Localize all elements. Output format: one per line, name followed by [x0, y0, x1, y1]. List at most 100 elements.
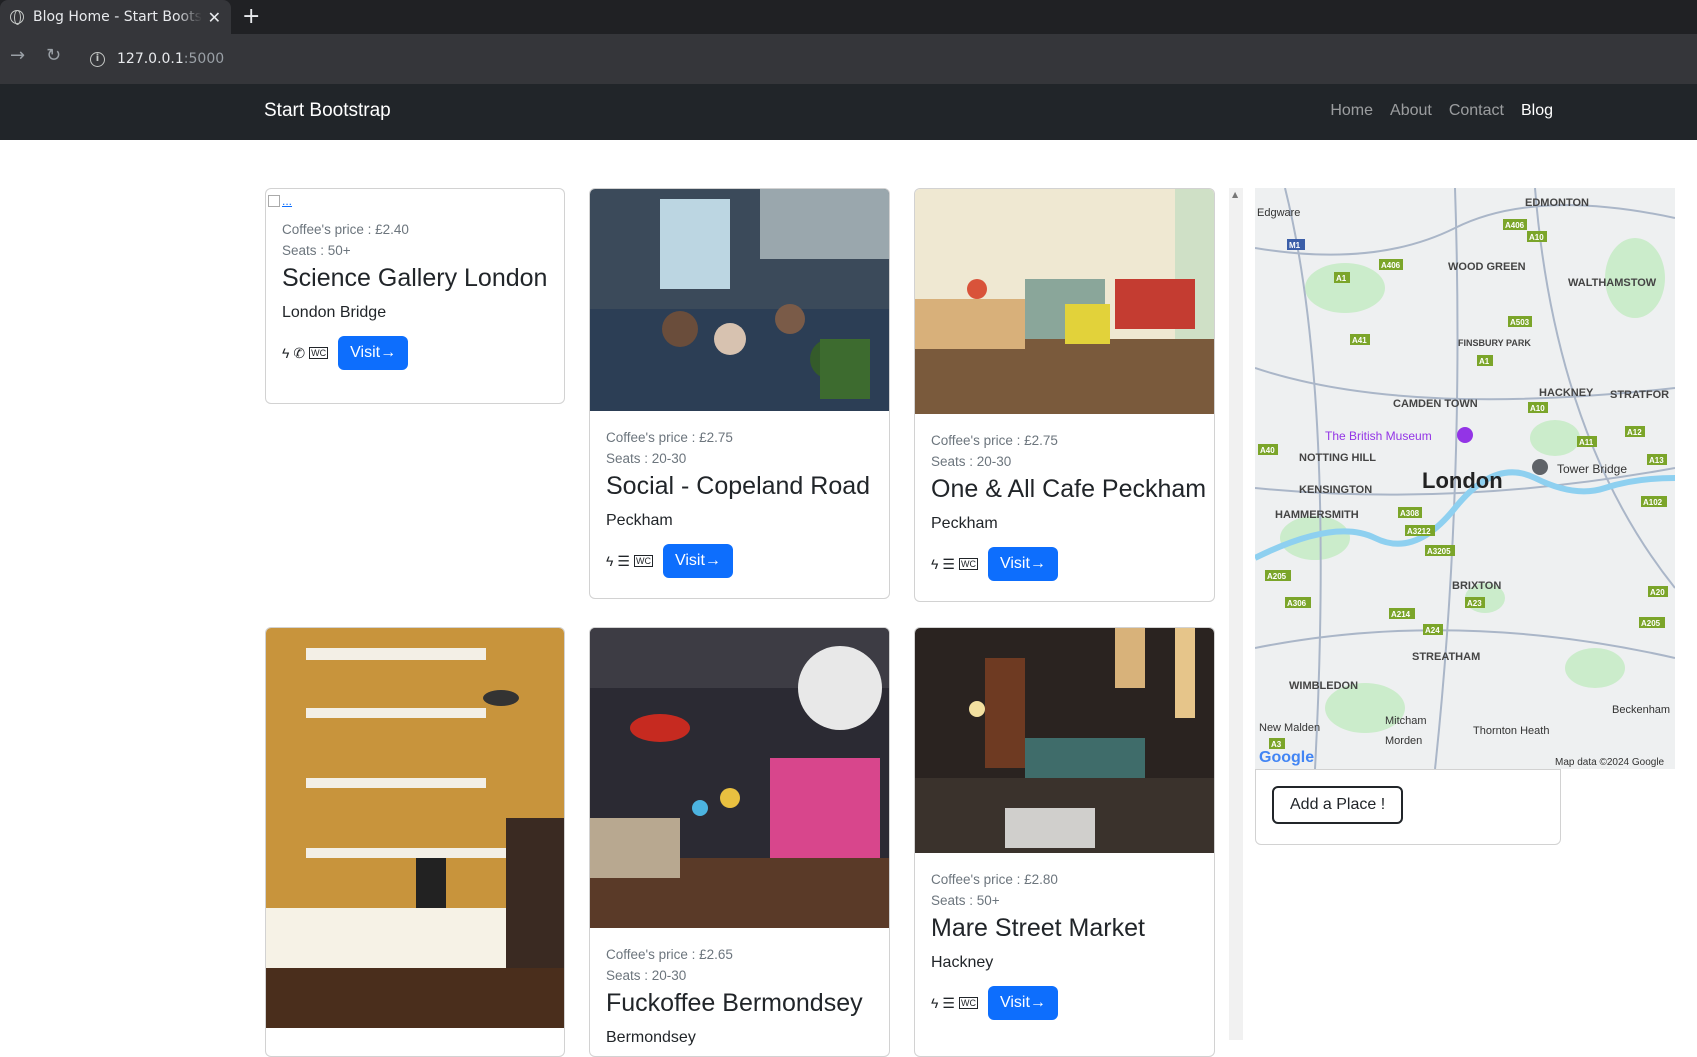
svg-text:A23: A23 [1467, 599, 1482, 608]
svg-text:M1: M1 [1289, 241, 1301, 250]
navbar-brand[interactable]: Start Bootstrap [264, 100, 391, 122]
cafe-location: Bermondsey [606, 1029, 696, 1046]
map-label: WIMBLEDON [1289, 680, 1358, 692]
map-label: WOOD GREEN [1448, 261, 1526, 273]
cafe-location: Hackney [931, 954, 994, 971]
cafe-location: London Bridge [282, 304, 387, 321]
card-actions: ϟ ☰ WC Visit→ [931, 986, 1198, 1020]
map-label: Morden [1385, 735, 1422, 747]
card-actions: ϟ ☰ WC Visit→ [931, 547, 1198, 581]
coffee-price: Coffee's price : £2.65 [606, 947, 733, 962]
new-tab-icon[interactable]: + [242, 4, 260, 30]
url-field[interactable]: i 127.0.0.1:5000 [80, 43, 1690, 75]
seats: Seats : 20-30 [931, 454, 1012, 469]
card-actions: ϟ ✆ WC Visit→ [282, 336, 548, 370]
coffee-price: Coffee's price : £2.75 [931, 433, 1058, 448]
cafe-name: Mare Street Market [931, 914, 1145, 942]
wc-icon: WC [958, 558, 978, 570]
cafe-card [265, 627, 565, 1057]
power-icon: ϟ [282, 345, 290, 361]
map-label: WALTHAMSTOW [1568, 277, 1657, 289]
nav-home[interactable]: Home [1330, 102, 1373, 120]
seats: Seats : 20-30 [606, 451, 687, 466]
cards-scrollbar[interactable] [1229, 188, 1243, 1040]
svg-text:A1: A1 [1336, 274, 1347, 283]
svg-text:A10: A10 [1529, 233, 1544, 242]
cafe-photo [590, 628, 889, 928]
visit-button[interactable]: Visit→ [987, 986, 1058, 1020]
cafe-name: Science Gallery London [282, 264, 548, 292]
map-label: The British Museum [1325, 429, 1432, 443]
cafe-location: Peckham [931, 515, 998, 532]
cafe-card: Coffee's price : £2.75 Seats : 20-30 Soc… [589, 188, 890, 599]
svg-text:A102: A102 [1643, 498, 1663, 507]
wifi-icon: ☰ [617, 552, 630, 569]
coffee-price: Coffee's price : £2.75 [606, 430, 733, 445]
tab-title: Blog Home - Start Bootstrap [33, 9, 202, 25]
map-label: Beckenham [1612, 704, 1670, 716]
site-info-icon[interactable]: i [90, 51, 105, 67]
svg-text:A205: A205 [1267, 572, 1287, 581]
svg-text:A12: A12 [1627, 428, 1642, 437]
svg-text:A11: A11 [1579, 438, 1594, 447]
wifi-icon: ☰ [942, 994, 955, 1011]
browser-tab-bar: Blog Home - Start Bootstrap ✕ + [0, 0, 1697, 34]
url-text: 127.0.0.1:5000 [117, 51, 225, 67]
cafe-card: ... Coffee's price : £2.40 Seats : 50+ S… [265, 188, 565, 404]
svg-text:A308: A308 [1400, 509, 1420, 518]
svg-text:A10: A10 [1530, 404, 1545, 413]
svg-text:A406: A406 [1505, 221, 1525, 230]
map-label: New Malden [1259, 722, 1320, 734]
map-label: BRIXTON [1452, 580, 1501, 592]
svg-text:A41: A41 [1352, 336, 1367, 345]
power-icon: ϟ [606, 553, 614, 569]
svg-text:A3212: A3212 [1407, 527, 1431, 536]
map-label: STRATFOR [1610, 389, 1669, 401]
museum-marker-icon[interactable] [1457, 427, 1473, 443]
cafe-photo [590, 189, 889, 411]
forward-icon[interactable]: → [10, 45, 25, 66]
svg-text:A306: A306 [1287, 599, 1307, 608]
cafe-name: One & All Cafe Peckham [931, 475, 1207, 503]
phone-icon: ✆ [293, 344, 306, 361]
scroll-up-arrow-icon[interactable]: ▲ [1232, 190, 1238, 199]
landmark-marker-icon[interactable] [1532, 459, 1548, 475]
visit-button[interactable]: Visit→ [662, 544, 733, 578]
cafe-name: Fuckoffee Bermondsey [606, 989, 863, 1017]
nav-contact[interactable]: Contact [1449, 102, 1504, 120]
map-label: CAMDEN TOWN [1393, 398, 1478, 410]
map[interactable]: EDMONTON Edgware WOOD GREEN WALTHAMSTOW … [1255, 188, 1675, 769]
map-label: Thornton Heath [1473, 725, 1549, 737]
wifi-icon: ☰ [942, 555, 955, 572]
svg-text:A1: A1 [1479, 357, 1490, 366]
wc-icon: WC [958, 997, 978, 1009]
cafe-photo [915, 189, 1214, 414]
map-label: FINSBURY PARK [1458, 338, 1531, 348]
svg-text:A40: A40 [1260, 446, 1275, 455]
google-logo: Google [1259, 749, 1314, 766]
visit-button[interactable]: Visit→ [987, 547, 1058, 581]
svg-text:A3205: A3205 [1427, 547, 1451, 556]
add-place-button[interactable]: Add a Place ! [1272, 786, 1404, 824]
power-icon: ϟ [931, 556, 939, 572]
nav-about[interactable]: About [1390, 102, 1432, 120]
map-label: Edgware [1257, 207, 1300, 219]
nav-blog[interactable]: Blog [1521, 102, 1553, 120]
nav-links: Home About Contact Blog [1330, 102, 1553, 120]
browser-tab[interactable]: Blog Home - Start Bootstrap ✕ [0, 0, 231, 34]
map-label: NOTTING HILL [1299, 452, 1376, 464]
wc-icon: WC [633, 555, 653, 567]
cafe-location: Peckham [606, 512, 673, 529]
power-icon: ϟ [931, 995, 939, 1011]
cafe-card: Coffee's price : £2.65 Seats : 20-30 Fuc… [589, 627, 890, 1057]
close-tab-icon[interactable]: ✕ [208, 8, 221, 27]
map-label: KENSINGTON [1299, 484, 1372, 496]
svg-text:A13: A13 [1649, 456, 1664, 465]
map-label: Mitcham [1385, 715, 1427, 727]
svg-text:A406: A406 [1381, 261, 1401, 270]
map-label: HACKNEY [1539, 387, 1594, 399]
reload-icon[interactable]: ↻ [46, 45, 61, 66]
visit-button[interactable]: Visit→ [338, 336, 409, 370]
map-canvas: EDMONTON Edgware WOOD GREEN WALTHAMSTOW … [1255, 188, 1675, 769]
map-attribution: Map data ©2024 Google [1555, 757, 1665, 768]
